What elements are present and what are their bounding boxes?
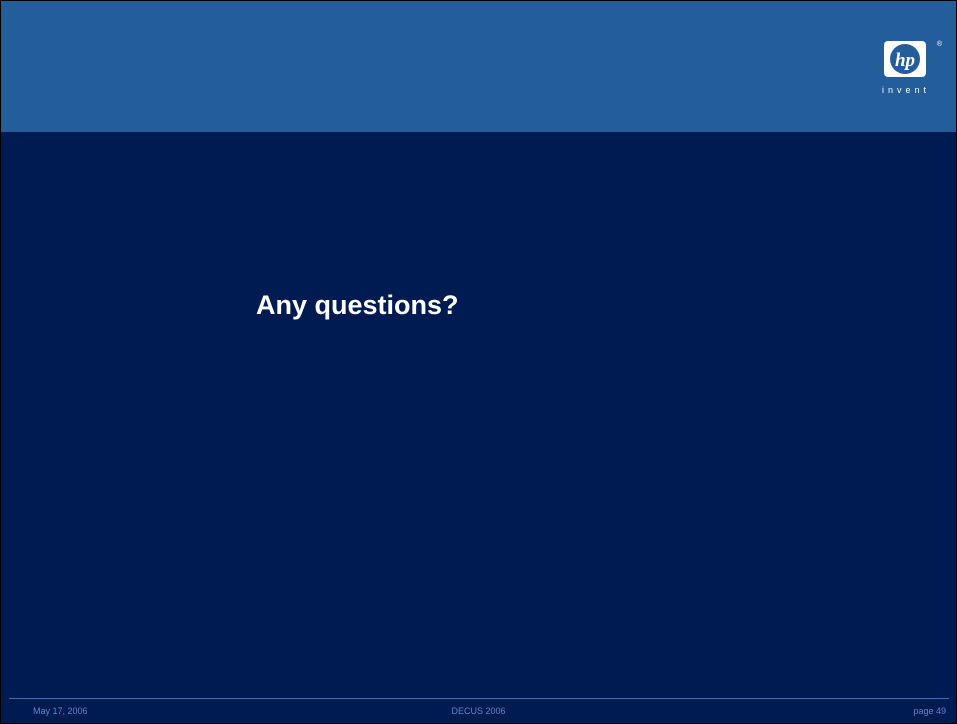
footer-event: DECUS 2006 <box>451 706 506 716</box>
hp-logo-icon: hp <box>884 41 926 77</box>
logo-tagline: invent <box>881 85 931 95</box>
slide: hp ® invent Any questions? May 17, 2006 … <box>0 0 957 724</box>
footer-divider <box>9 698 949 699</box>
hp-logo-letters: hp <box>895 50 915 71</box>
hp-logo-mark: hp <box>890 44 920 74</box>
hp-logo: hp ® invent <box>870 41 942 101</box>
footer-page-number: page 49 <box>913 706 946 716</box>
header-band: hp ® invent <box>1 1 956 132</box>
registered-mark: ® <box>936 41 942 48</box>
slide-title: Any questions? <box>256 290 459 320</box>
